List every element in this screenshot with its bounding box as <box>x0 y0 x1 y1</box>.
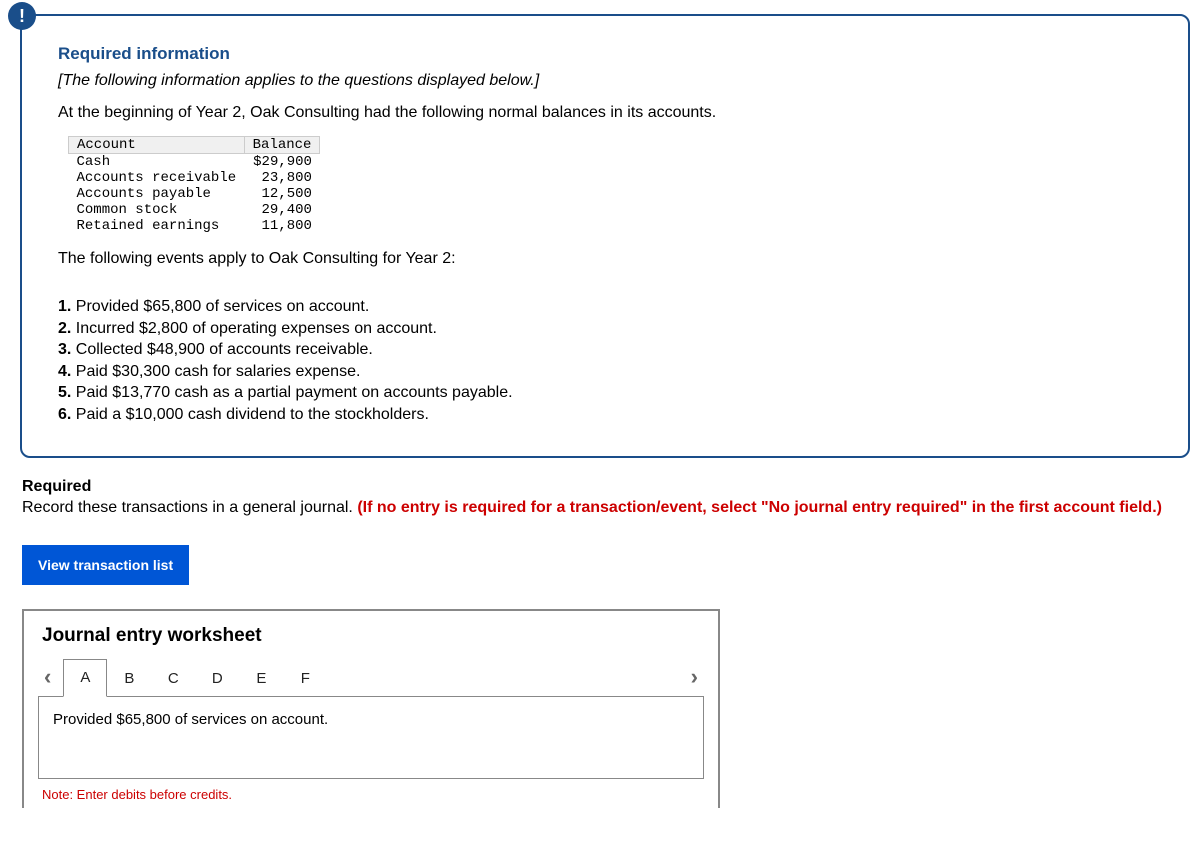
applies-note: [The following information applies to th… <box>58 72 1152 90</box>
prev-tab-button[interactable]: ‹ <box>38 664 57 690</box>
tab-a[interactable]: A <box>63 659 107 697</box>
view-transaction-list-button[interactable]: View transaction list <box>22 545 189 585</box>
event-number: 2. <box>58 320 71 337</box>
balances-header-account: Account <box>69 137 245 154</box>
worksheet-note: Note: Enter debits before credits. <box>24 779 718 802</box>
balance-cell: 11,800 <box>244 218 320 234</box>
narrative-text: At the beginning of Year 2, Oak Consulti… <box>58 104 1152 122</box>
table-row: Common stock 29,400 <box>69 202 320 218</box>
event-number: 1. <box>58 298 71 315</box>
event-text: Provided $65,800 of services on account. <box>76 298 370 315</box>
event-item: 5. Paid $13,770 cash as a partial paymen… <box>58 382 1152 404</box>
balance-cell: 29,400 <box>244 202 320 218</box>
event-number: 6. <box>58 406 71 423</box>
balances-table: Account Balance Cash $29,900 Accounts re… <box>68 136 320 234</box>
account-cell: Common stock <box>69 202 245 218</box>
transaction-description: Provided $65,800 of services on account. <box>53 711 328 728</box>
balance-cell: 23,800 <box>244 170 320 186</box>
worksheet-tab-row: ‹ A B C D E F › <box>24 657 718 697</box>
events-list: 1. Provided $65,800 of services on accou… <box>58 296 1152 426</box>
event-text: Incurred $2,800 of operating expenses on… <box>76 320 437 337</box>
event-text: Collected $48,900 of accounts receivable… <box>76 341 373 358</box>
required-section: Required Record these transactions in a … <box>22 476 1190 519</box>
balances-header-balance: Balance <box>244 137 320 154</box>
event-number: 3. <box>58 341 71 358</box>
required-label: Required <box>22 476 1190 498</box>
account-cell: Accounts payable <box>69 186 245 202</box>
event-number: 5. <box>58 384 71 401</box>
required-instruction: Record these transactions in a general j… <box>22 499 357 516</box>
table-row: Accounts payable 12,500 <box>69 186 320 202</box>
event-item: 6. Paid a $10,000 cash dividend to the s… <box>58 404 1152 426</box>
event-item: 3. Collected $48,900 of accounts receiva… <box>58 339 1152 361</box>
required-information-heading: Required information <box>58 44 1152 64</box>
events-intro: The following events apply to Oak Consul… <box>58 250 1152 268</box>
table-row: Retained earnings 11,800 <box>69 218 320 234</box>
event-item: 2. Incurred $2,800 of operating expenses… <box>58 318 1152 340</box>
tab-b[interactable]: B <box>107 661 151 697</box>
alert-icon: ! <box>8 2 36 30</box>
event-number: 4. <box>58 363 71 380</box>
worksheet-title: Journal entry worksheet <box>24 625 718 657</box>
tab-f[interactable]: F <box>283 661 327 697</box>
event-text: Paid a $10,000 cash dividend to the stoc… <box>76 406 429 423</box>
event-item: 4. Paid $30,300 cash for salaries expens… <box>58 361 1152 383</box>
account-cell: Accounts receivable <box>69 170 245 186</box>
table-row: Cash $29,900 <box>69 154 320 171</box>
required-instruction-highlight: (If no entry is required for a transacti… <box>357 499 1162 516</box>
journal-entry-worksheet: Journal entry worksheet ‹ A B C D E F › … <box>22 609 720 808</box>
account-cell: Cash <box>69 154 245 171</box>
event-text: Paid $13,770 cash as a partial payment o… <box>76 384 513 401</box>
account-cell: Retained earnings <box>69 218 245 234</box>
event-item: 1. Provided $65,800 of services on accou… <box>58 296 1152 318</box>
tab-e[interactable]: E <box>239 661 283 697</box>
balance-cell: 12,500 <box>244 186 320 202</box>
required-information-panel: ! Required information [The following in… <box>20 14 1190 458</box>
table-row: Accounts receivable 23,800 <box>69 170 320 186</box>
event-text: Paid $30,300 cash for salaries expense. <box>76 363 361 380</box>
tab-d[interactable]: D <box>195 661 239 697</box>
tab-c[interactable]: C <box>151 661 195 697</box>
balance-cell: $29,900 <box>244 154 320 171</box>
next-tab-button[interactable]: › <box>685 664 704 690</box>
worksheet-tab-body: Provided $65,800 of services on account. <box>38 696 704 779</box>
